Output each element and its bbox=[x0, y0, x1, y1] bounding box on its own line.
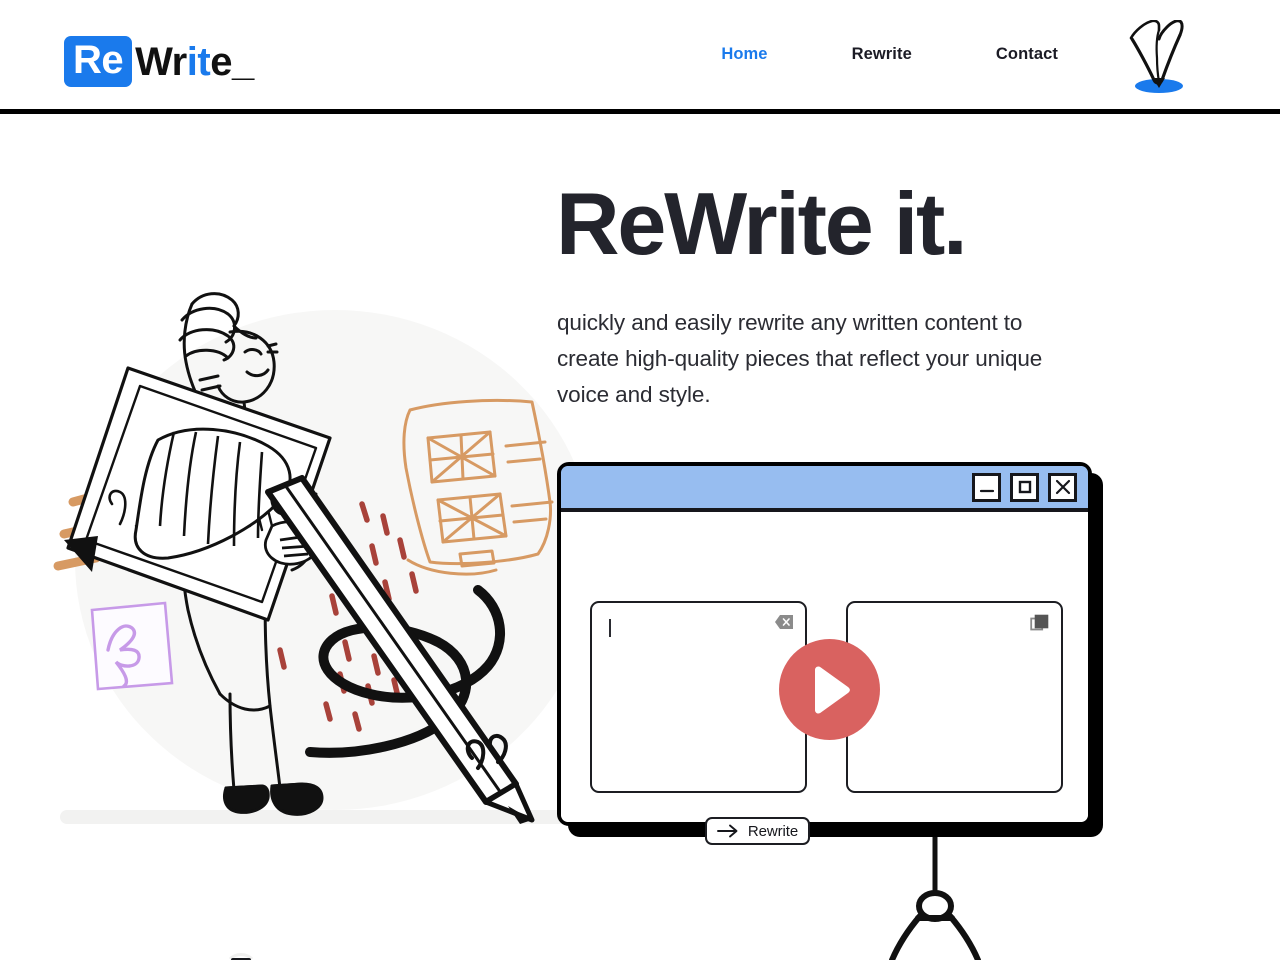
text-caret bbox=[609, 619, 611, 637]
window-titlebar bbox=[561, 466, 1088, 512]
small-ink-mark bbox=[228, 953, 254, 960]
brand-part-blue: it bbox=[186, 39, 211, 84]
rewrite-button[interactable]: Rewrite bbox=[705, 817, 810, 845]
maximize-icon bbox=[1018, 480, 1031, 494]
rewrite-button-label: Rewrite bbox=[747, 822, 799, 840]
play-triangle-icon bbox=[814, 665, 850, 714]
site-header: Re Wr it e _ Home Rewrite Contact bbox=[0, 0, 1280, 114]
minimize-icon bbox=[979, 489, 994, 493]
person-holding-document-illustration bbox=[53, 292, 595, 824]
nav-item-contact[interactable]: Contact bbox=[954, 45, 1100, 64]
pen-logo-icon bbox=[1129, 20, 1184, 93]
copy-icon[interactable] bbox=[1030, 614, 1050, 634]
nav-item-rewrite[interactable]: Rewrite bbox=[810, 45, 954, 64]
page-title: ReWrite it. bbox=[556, 174, 968, 273]
clear-backspace-icon[interactable] bbox=[774, 614, 794, 630]
close-icon bbox=[1055, 479, 1070, 495]
arrow-right-icon bbox=[716, 824, 738, 838]
projector-stand bbox=[889, 818, 981, 960]
brand-underscore: _ bbox=[231, 39, 255, 84]
brand-part-dark: Wr bbox=[135, 39, 187, 84]
nav-item-home[interactable]: Home bbox=[679, 45, 809, 64]
rewrite-app-window: Rewrite bbox=[557, 462, 1092, 845]
play-video-button[interactable] bbox=[779, 639, 880, 740]
window-maximize-button[interactable] bbox=[1010, 472, 1039, 502]
window-body: Rewrite bbox=[561, 512, 1088, 845]
brand-logo[interactable]: Re Wr it e _ bbox=[64, 36, 254, 87]
input-textarea[interactable] bbox=[590, 601, 807, 793]
brand-part-tail: e bbox=[210, 39, 232, 84]
sticky-note-purple bbox=[90, 601, 174, 691]
main-navigation: Home Rewrite Contact bbox=[679, 45, 1100, 64]
page-root: Re Wr it e _ Home Rewrite Contact ReWrite it… bbox=[0, 0, 1280, 960]
brand-badge: Re bbox=[64, 36, 133, 87]
window-close-button[interactable] bbox=[1048, 472, 1077, 502]
window-minimize-button[interactable] bbox=[972, 472, 1001, 502]
hero-subtitle: quickly and easily rewrite any written c… bbox=[557, 310, 1043, 407]
